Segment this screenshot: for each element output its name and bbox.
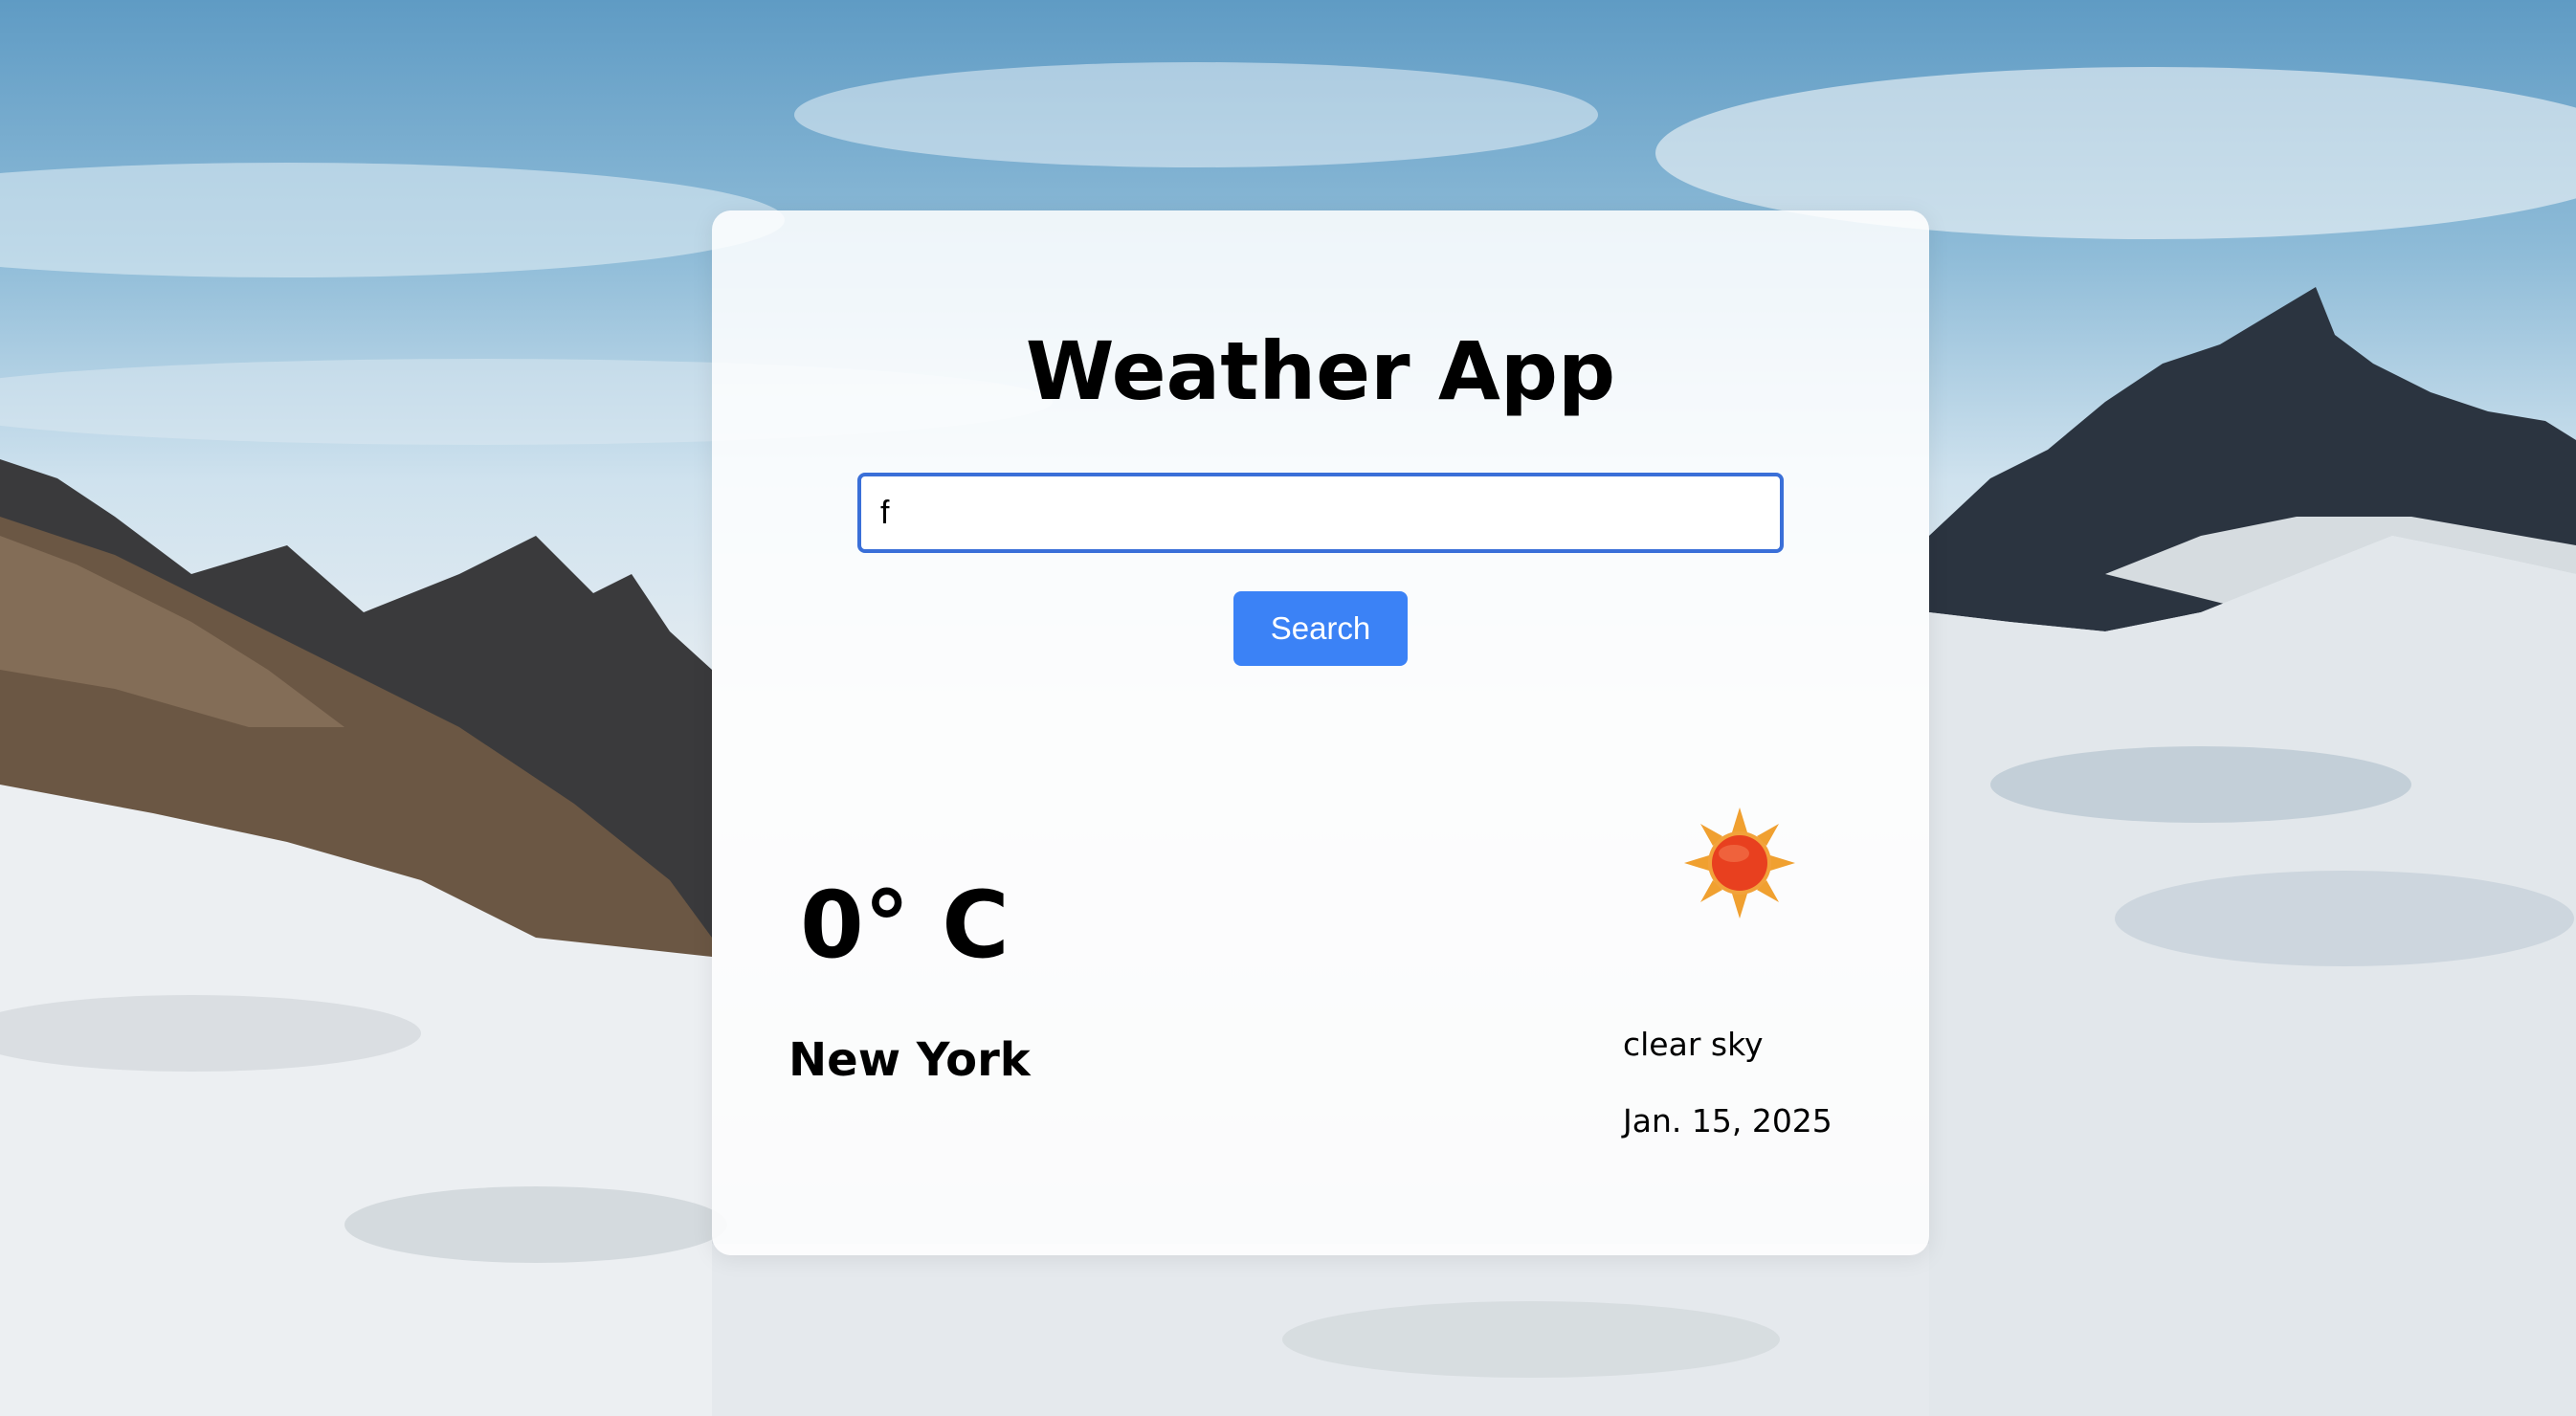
search-button[interactable]: Search [1233,591,1408,666]
city-search-input[interactable] [857,473,1784,553]
weather-card: Weather App Search 0° C New York clear s… [712,210,1929,1255]
city-name: New York [788,1033,1031,1087]
weather-date: Jan. 15, 2025 [1623,1102,1832,1139]
sun-icon [1684,808,1795,918]
app-title: Weather App [1025,324,1616,418]
weather-description: clear sky [1623,1026,1764,1063]
temperature-value: 0° C [800,872,1010,979]
